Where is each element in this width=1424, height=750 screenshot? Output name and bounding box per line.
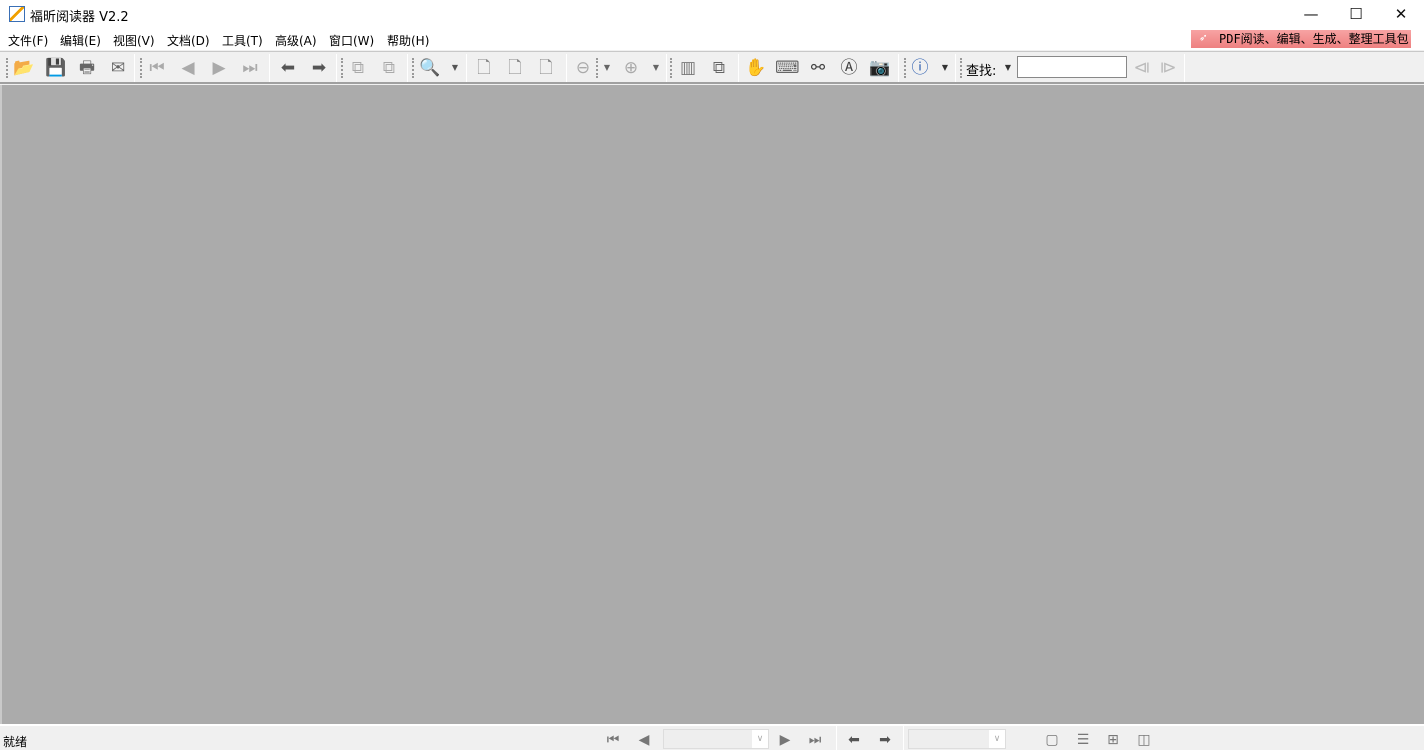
open-icon[interactable]: 📂 bbox=[12, 57, 36, 79]
print-icon[interactable]: 🖶 bbox=[75, 57, 99, 79]
last-page-icon[interactable]: ⏭ bbox=[805, 731, 825, 749]
hand-tool-icon[interactable]: ✋ bbox=[744, 57, 768, 79]
single-page-icon[interactable]: 🗋 bbox=[472, 57, 496, 79]
zoom-combo[interactable]: ∨ bbox=[908, 729, 1006, 749]
menu-help[interactable]: 帮助(H) bbox=[387, 32, 429, 49]
toolbar-separator bbox=[269, 54, 270, 82]
menu-view[interactable]: 视图(V) bbox=[113, 32, 155, 49]
toolbar-grip[interactable] bbox=[341, 58, 343, 78]
menu-advanced[interactable]: 高级(A) bbox=[275, 32, 317, 49]
toolbar-separator bbox=[466, 54, 467, 82]
toolbar-separator bbox=[566, 54, 567, 82]
find-next-icon[interactable]: ⧐ bbox=[1156, 57, 1180, 79]
zoom-dropdown-icon[interactable]: ▼ bbox=[450, 57, 460, 79]
toolbar-separator bbox=[666, 54, 667, 82]
toolbar: 查找: ▼ ⧏ ⧐ 📂 💾 🖶 ✉ ⏮ ◀ ▶ ⏭ ⬅ ➡ ⧉ ⧉ 🔍 ▼ 🗋 🗋 🗋 ⊖ ▼ ⊕ ▼ ▥ ⧉ ✋ ⌨ ⚯ Ⓐ 📷 ⓘ ▼ bbox=[0, 51, 1424, 84]
toolbar-grip[interactable] bbox=[904, 58, 906, 78]
continuous-facing-view-icon[interactable]: ⊞ bbox=[1103, 731, 1123, 749]
menu-document[interactable]: 文档(D) bbox=[167, 32, 210, 49]
toolbar-grip[interactable] bbox=[670, 58, 672, 78]
minimize-button[interactable]: — bbox=[1288, 0, 1334, 30]
toolbar-separator bbox=[955, 54, 956, 82]
next-page-icon[interactable]: ▶ bbox=[775, 731, 795, 749]
toolbar-grip[interactable] bbox=[960, 58, 962, 78]
info-dropdown-icon[interactable]: ▼ bbox=[940, 57, 950, 79]
title-bar: 福昕阅读器 V2.2 — ☐ ✕ bbox=[0, 0, 1424, 30]
toolbar-grip[interactable] bbox=[140, 58, 142, 78]
close-button[interactable]: ✕ bbox=[1378, 0, 1424, 30]
typewriter-icon[interactable]: ⌨ bbox=[775, 57, 800, 79]
facing-view-icon[interactable]: ◫ bbox=[1134, 731, 1154, 749]
status-bar: 就绪 ⏮ ◀ ∨ ▶ ⏭ ⬅ ➡ ∨ ▢ ☰ ⊞ ◫ bbox=[0, 724, 1424, 750]
extract-page-icon[interactable]: ⧉ bbox=[346, 57, 370, 79]
continuous-page-icon[interactable]: 🗋 bbox=[503, 57, 527, 79]
back-icon[interactable]: ⬅ bbox=[844, 731, 864, 749]
first-page-icon[interactable]: ⏮ bbox=[603, 731, 623, 749]
find-previous-icon[interactable]: ⧏ bbox=[1130, 57, 1154, 79]
status-text: 就绪 bbox=[3, 735, 28, 749]
zoom-in-tool-icon[interactable]: 🔍 bbox=[418, 57, 442, 79]
arrow-icon: ➶ bbox=[1199, 31, 1207, 46]
menu-window[interactable]: 窗口(W) bbox=[329, 32, 374, 49]
promo-text: PDF阅读、编辑、生成、整理工具包 bbox=[1219, 32, 1409, 46]
previous-page-icon[interactable]: ◀ bbox=[176, 57, 200, 79]
find-label: 查找: bbox=[966, 64, 997, 79]
facing-page-icon[interactable]: 🗋 bbox=[534, 57, 558, 79]
toolbar-separator bbox=[134, 54, 135, 82]
bookmark-icon[interactable]: ▥ bbox=[676, 57, 700, 79]
chevron-down-icon[interactable]: ∨ bbox=[989, 730, 1005, 748]
maximize-button[interactable]: ☐ bbox=[1333, 0, 1379, 30]
promo-banner[interactable]: ➶ PDF阅读、编辑、生成、整理工具包 bbox=[1191, 30, 1411, 48]
menu-tools[interactable]: 工具(T) bbox=[222, 32, 263, 49]
toolbar-separator bbox=[738, 54, 739, 82]
toolbar-separator bbox=[1184, 54, 1185, 82]
toolbar-separator bbox=[336, 54, 337, 82]
toolbar-separator bbox=[898, 54, 899, 82]
forward-icon[interactable]: ➡ bbox=[307, 57, 331, 79]
full-screen-icon[interactable]: ⧉ bbox=[707, 57, 731, 79]
zoom-out-dropdown-icon[interactable]: ▼ bbox=[602, 57, 612, 79]
toolbar-grip[interactable] bbox=[596, 58, 598, 78]
continuous-view-icon[interactable]: ☰ bbox=[1073, 731, 1093, 749]
app-icon bbox=[9, 6, 25, 22]
document-area[interactable] bbox=[0, 85, 1424, 724]
snapshot-icon[interactable]: 📷 bbox=[868, 57, 892, 79]
chevron-down-icon[interactable]: ∨ bbox=[752, 730, 768, 748]
insert-page-icon[interactable]: ⧉ bbox=[377, 57, 401, 79]
info-icon[interactable]: ⓘ bbox=[908, 57, 932, 79]
toolbar-grip[interactable] bbox=[6, 58, 8, 78]
menu-edit[interactable]: 编辑(E) bbox=[60, 32, 101, 49]
back-icon[interactable]: ⬅ bbox=[276, 57, 300, 79]
window-title: 福昕阅读器 V2.2 bbox=[30, 10, 129, 25]
zoom-in-icon[interactable]: ⊕ bbox=[619, 57, 643, 79]
single-page-view-icon[interactable]: ▢ bbox=[1042, 731, 1062, 749]
zoom-in-dropdown-icon[interactable]: ▼ bbox=[651, 57, 661, 79]
page-number-combo[interactable]: ∨ bbox=[663, 729, 769, 749]
save-icon[interactable]: 💾 bbox=[44, 57, 68, 79]
find-input[interactable] bbox=[1017, 56, 1127, 78]
first-page-icon[interactable]: ⏮ bbox=[145, 57, 169, 79]
find-binoculars-icon[interactable]: ⚯ bbox=[806, 57, 830, 79]
next-page-icon[interactable]: ▶ bbox=[207, 57, 231, 79]
zoom-out-icon[interactable]: ⊖ bbox=[571, 57, 595, 79]
previous-page-icon[interactable]: ◀ bbox=[634, 731, 654, 749]
text-select-icon[interactable]: Ⓐ bbox=[837, 57, 861, 79]
forward-icon[interactable]: ➡ bbox=[875, 731, 895, 749]
toolbar-grip[interactable] bbox=[412, 58, 414, 78]
email-icon[interactable]: ✉ bbox=[106, 57, 130, 79]
last-page-icon[interactable]: ⏭ bbox=[238, 57, 262, 79]
find-options-dropdown-icon[interactable]: ▼ bbox=[1003, 57, 1013, 79]
toolbar-separator bbox=[407, 54, 408, 82]
menu-file[interactable]: 文件(F) bbox=[8, 32, 48, 49]
